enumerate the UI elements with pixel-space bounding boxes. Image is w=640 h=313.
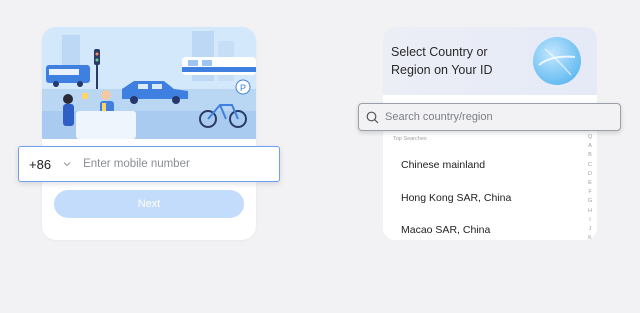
index-letter[interactable]: H	[585, 207, 595, 216]
index-letter[interactable]: A	[585, 142, 595, 151]
search-icon	[366, 111, 379, 123]
region-search-field[interactable]	[358, 103, 621, 131]
phone-number-field[interactable]: +86	[18, 146, 280, 182]
city-scene-image: P	[42, 27, 256, 139]
alphabet-index[interactable]: Q A B C D E F G H I J K	[585, 133, 595, 243]
region-picker-card: Select Country or Region on Your ID	[383, 27, 597, 240]
country-code-selector[interactable]: +86	[29, 157, 51, 172]
next-button[interactable]: Next	[54, 190, 244, 218]
index-letter[interactable]: J	[585, 225, 595, 234]
page-title: Select Country or Region on Your ID	[391, 45, 493, 77]
region-search-input[interactable]	[383, 110, 607, 124]
index-letter[interactable]: C	[585, 161, 595, 170]
city-illustration: P	[42, 27, 256, 139]
index-letter[interactable]: B	[585, 151, 595, 160]
chevron-down-icon[interactable]	[61, 158, 73, 170]
globe-icon	[533, 37, 581, 85]
region-picker-header: Select Country or Region on Your ID	[383, 27, 597, 95]
index-letter[interactable]: Q	[585, 133, 595, 142]
index-letter[interactable]: D	[585, 170, 595, 179]
svg-text:P: P	[240, 83, 246, 93]
index-letter[interactable]: F	[585, 188, 595, 197]
phone-number-input[interactable]	[81, 157, 256, 171]
list-item-hong-kong[interactable]: Hong Kong SAR, China	[401, 192, 511, 204]
index-letter[interactable]: K	[585, 234, 595, 243]
top-searches-label: Top Searches	[393, 136, 427, 142]
list-item-macao[interactable]: Macao SAR, China	[401, 224, 490, 236]
index-letter[interactable]: E	[585, 179, 595, 188]
index-letter[interactable]: I	[585, 216, 595, 225]
list-item-chinese-mainland[interactable]: Chinese mainland	[401, 159, 485, 171]
index-letter[interactable]: G	[585, 197, 595, 206]
